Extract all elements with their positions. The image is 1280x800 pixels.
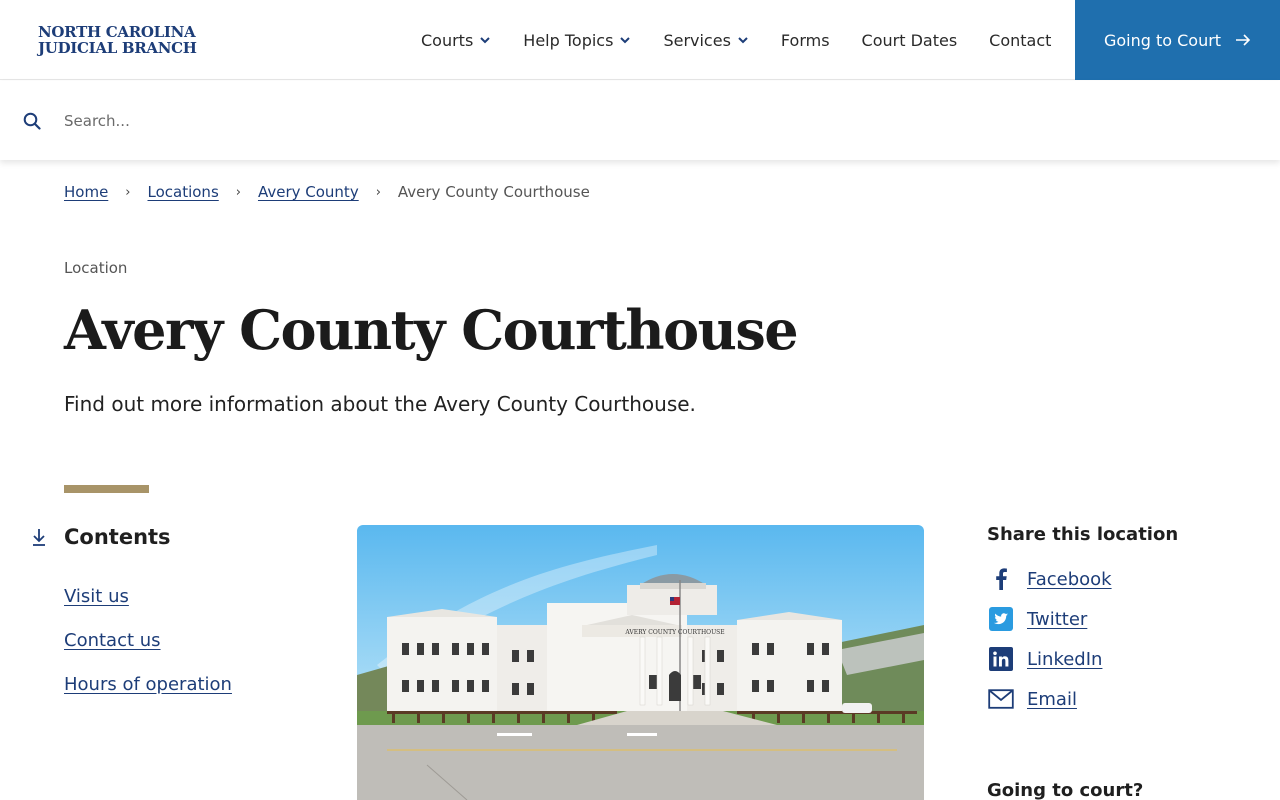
chevron-down-icon: [620, 37, 631, 44]
breadcrumb-locations[interactable]: Locations: [148, 183, 219, 201]
share-link-label[interactable]: Twitter: [1027, 609, 1087, 630]
page-intro: Find out more information about the Aver…: [64, 392, 696, 416]
breadcrumb-separator-icon: ›: [375, 184, 381, 200]
nav-label: Services: [663, 30, 731, 50]
breadcrumb-avery-county[interactable]: Avery County: [258, 183, 359, 201]
toc-visit-us[interactable]: Visit us: [64, 585, 232, 609]
nav-label: Help Topics: [523, 30, 614, 50]
arrow-right-icon: [1236, 34, 1251, 46]
going-to-court-heading: Going to court?: [987, 780, 1144, 800]
nav-court-dates[interactable]: Court Dates: [862, 31, 958, 50]
going-to-court-button[interactable]: Going to Court: [1075, 0, 1280, 80]
search-bar: [0, 81, 1280, 160]
nav-courts[interactable]: Courts: [421, 31, 491, 50]
share-link-label[interactable]: LinkedIn: [1027, 649, 1102, 670]
share-link-label[interactable]: Facebook: [1027, 569, 1112, 590]
nav-contact[interactable]: Contact: [989, 31, 1051, 50]
facebook-icon: [987, 567, 1015, 591]
toc-contact-us[interactable]: Contact us: [64, 629, 232, 653]
contents-list: Visit us Contact us Hours of operation: [64, 585, 232, 717]
nav-label: Court Dates: [861, 30, 958, 50]
breadcrumb-separator-icon: ›: [125, 184, 131, 200]
search-input[interactable]: [64, 105, 964, 137]
accent-divider: [64, 485, 149, 493]
share-list: Facebook Twitter LinkedIn Email: [987, 567, 1178, 711]
nav-forms[interactable]: Forms: [781, 31, 830, 50]
site-header: NORTH CAROLINA JUDICIAL BRANCH Courts He…: [0, 0, 1280, 80]
share-linkedin[interactable]: LinkedIn: [987, 647, 1178, 671]
nav-label: Forms: [780, 30, 830, 50]
logo-line-1: NORTH CAROLINA: [38, 23, 196, 41]
nav-label: Contact: [989, 30, 1052, 50]
share-heading: Share this location: [987, 524, 1179, 545]
breadcrumb-home[interactable]: Home: [64, 183, 108, 201]
chevron-down-icon: [738, 37, 748, 44]
share-link-label[interactable]: Email: [1027, 689, 1077, 710]
nav-label: Courts: [421, 30, 474, 50]
main-nav: Courts Help Topics Services Forms Court …: [421, 0, 1083, 80]
contents-toggle[interactable]: Contents: [30, 525, 171, 549]
breadcrumb: Home › Locations › Avery County › Avery …: [64, 183, 590, 201]
share-panel: Share this location Facebook Twitter Lin…: [987, 524, 1178, 727]
share-email[interactable]: Email: [987, 687, 1178, 711]
share-facebook[interactable]: Facebook: [987, 567, 1178, 591]
page-title: Avery County Courthouse: [64, 298, 799, 362]
site-logo[interactable]: NORTH CAROLINA JUDICIAL BRANCH: [38, 24, 197, 56]
nav-services[interactable]: Services: [663, 31, 748, 50]
chevron-down-icon: [480, 37, 491, 44]
breadcrumb-current: Avery County Courthouse: [397, 183, 590, 201]
twitter-icon: [987, 607, 1015, 631]
nav-help-topics[interactable]: Help Topics: [523, 31, 631, 50]
cta-label: Going to Court: [1103, 30, 1222, 50]
contents-heading: Contents: [64, 525, 171, 549]
search-icon[interactable]: [23, 112, 41, 130]
courthouse-sign-text: AVERY COUNTY COURTHOUSE: [624, 629, 724, 636]
email-icon: [987, 687, 1015, 711]
courthouse-illustration: AVERY COUNTY COURTHOUSE: [357, 525, 924, 800]
toc-hours-of-operation[interactable]: Hours of operation: [64, 673, 232, 697]
arrow-down-to-line-icon: [33, 529, 45, 546]
share-twitter[interactable]: Twitter: [987, 607, 1178, 631]
logo-line-2: JUDICIAL BRANCH: [38, 39, 197, 57]
courthouse-photo: AVERY COUNTY COURTHOUSE: [357, 525, 924, 800]
page-eyebrow: Location: [64, 259, 128, 277]
breadcrumb-separator-icon: ›: [235, 184, 241, 200]
linkedin-icon: [987, 647, 1015, 671]
